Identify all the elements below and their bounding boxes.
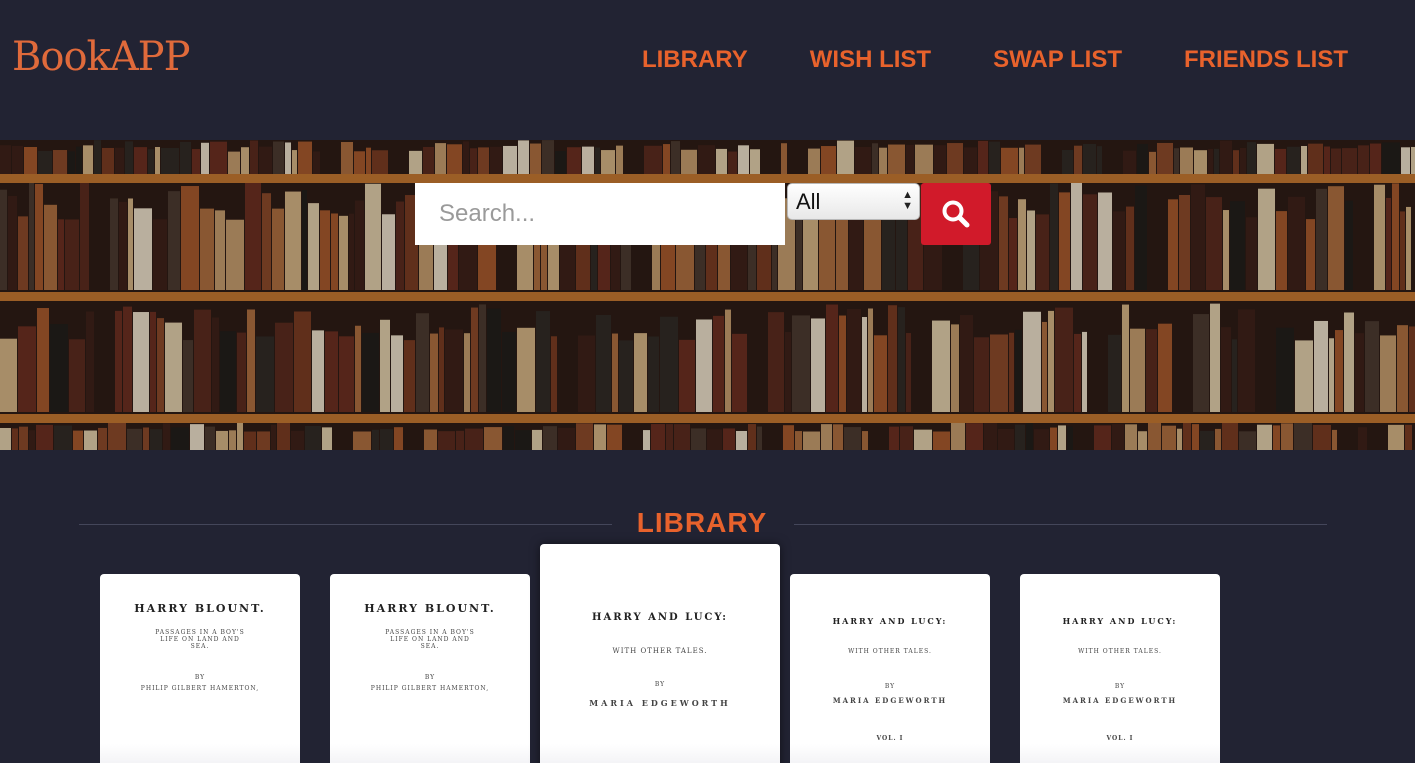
book-volume: VOL. I	[1106, 735, 1134, 742]
search-filter-select[interactable]: All ▲ ▼	[787, 183, 920, 220]
card-fade	[1020, 744, 1220, 763]
book-title: HARRY BLOUNT.	[364, 602, 496, 615]
library-heading: LIBRARY	[636, 507, 768, 538]
book-by: BY	[884, 683, 896, 690]
nav-wish-list[interactable]: WISH LIST	[810, 46, 931, 74]
book-by: BY	[194, 674, 206, 681]
main-nav: LIBRARY WISH LIST SWAP LIST FRIENDS LIST	[642, 46, 1348, 74]
section-divider-left	[79, 524, 612, 525]
nav-swap-list[interactable]: SWAP LIST	[993, 46, 1122, 74]
app-logo[interactable]: BookAPP	[12, 34, 191, 80]
section-divider-right	[794, 524, 1327, 525]
card-fade	[330, 744, 530, 763]
card-fade	[790, 744, 990, 763]
book-title: HARRY BLOUNT.	[134, 602, 266, 615]
book-card[interactable]: HARRY BLOUNT. PASSAGES IN A BOY'S LIFE O…	[100, 574, 300, 763]
card-fade	[100, 744, 300, 763]
select-arrows-icon: ▲ ▼	[902, 189, 913, 212]
book-volume: VOL. I	[876, 735, 904, 742]
book-card[interactable]: HARRY AND LUCY: WITH OTHER TALES. BY MAR…	[1020, 574, 1220, 763]
book-author: MARIA EDGEWORTH	[1062, 696, 1178, 705]
search-input[interactable]	[415, 183, 785, 245]
search-icon	[942, 200, 970, 228]
book-subtitle: WITH OTHER TALES.	[1078, 648, 1162, 655]
search-filter-value: All	[796, 188, 821, 214]
book-author: MARIA EDGEWORTH	[832, 696, 948, 705]
book-author: PHILIP GILBERT HAMERTON,	[140, 685, 260, 692]
book-subtitle: PASSAGES IN A BOY'S LIFE ON LAND AND SEA…	[385, 629, 475, 650]
book-subtitle: WITH OTHER TALES.	[848, 648, 932, 655]
book-author: PHILIP GILBERT HAMERTON,	[370, 685, 490, 692]
book-author: MARIA EDGEWORTH	[589, 698, 731, 708]
book-card[interactable]: HARRY AND LUCY: WITH OTHER TALES. BY MAR…	[790, 574, 990, 763]
book-title: HARRY AND LUCY:	[832, 616, 948, 626]
card-fade	[540, 744, 780, 763]
book-card[interactable]: HARRY BLOUNT. PASSAGES IN A BOY'S LIFE O…	[330, 574, 530, 763]
nav-library[interactable]: LIBRARY	[642, 46, 748, 74]
search-button[interactable]	[921, 183, 991, 245]
book-subtitle: PASSAGES IN A BOY'S LIFE ON LAND AND SEA…	[155, 629, 245, 650]
book-by: BY	[424, 674, 436, 681]
book-title: HARRY AND LUCY:	[592, 612, 728, 623]
book-by: BY	[1114, 683, 1126, 690]
book-by: BY	[654, 681, 666, 688]
book-card-hovered[interactable]: HARRY AND LUCY: WITH OTHER TALES. BY MAR…	[540, 544, 780, 763]
nav-friends-list[interactable]: FRIENDS LIST	[1184, 46, 1348, 74]
book-title: HARRY AND LUCY:	[1062, 616, 1178, 626]
book-subtitle: WITH OTHER TALES.	[612, 647, 708, 655]
